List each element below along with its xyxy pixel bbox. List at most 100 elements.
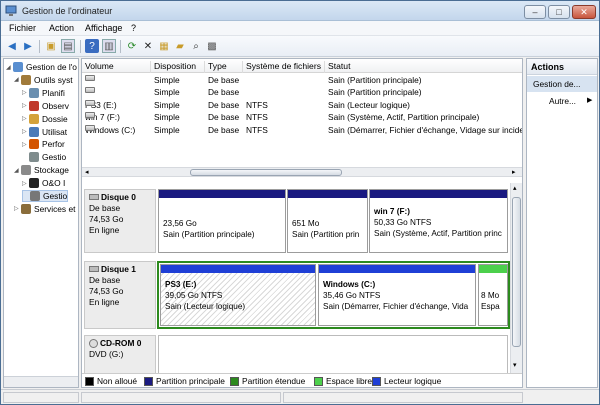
tree-item[interactable]: ▷ Perfor [22, 138, 65, 150]
scroll-thumb[interactable] [512, 197, 521, 347]
disk-graphical-view: Disque 0 De base 74,53 Go En ligne 23,56… [82, 183, 522, 373]
partition-disk0-1[interactable]: 23,56 Go Sain (Partition principale) [158, 189, 286, 253]
expand-arrow-icon[interactable]: ▷ [22, 89, 29, 96]
scroll-left-icon[interactable]: ◂ [85, 168, 89, 176]
submenu-arrow-icon[interactable]: ▶ [587, 96, 592, 104]
tree-item-label: Services et [34, 203, 76, 214]
tree-item-label: Stockage [34, 165, 69, 176]
expand-arrow-icon[interactable]: ▷ [22, 180, 29, 187]
minimize-button[interactable]: – [524, 5, 546, 19]
volume-list-hscrollbar[interactable]: ◂ ▸ [82, 167, 522, 177]
menu-action[interactable]: Action [49, 23, 74, 33]
graphical-view-vscrollbar[interactable]: ▴ ▾ [510, 183, 522, 373]
partition-disk0-3[interactable]: win 7 (F:) 50,33 Go NTFS Sain (Système, Ac… [369, 189, 508, 253]
volume-row[interactable]: PS3 (E:) Simple De base NTFS Sain (Lecteur l… [82, 99, 522, 112]
close-button[interactable]: ✕ [572, 5, 596, 19]
help-icon[interactable]: ? [85, 39, 99, 53]
delete-icon[interactable]: ✕ [141, 39, 155, 53]
forward-arrow-icon[interactable]: ▶ [21, 39, 35, 53]
menu-affichage[interactable]: Affichage [85, 23, 122, 33]
computer-management-icon [5, 5, 17, 16]
volume-cell-volume: win 7 (F:) [85, 112, 120, 122]
disk-1-label[interactable]: Disque 1 De base 74,53 Go En ligne [84, 261, 156, 329]
volume-icon [85, 124, 95, 131]
disk-0-label[interactable]: Disque 0 De base 74,53 Go En ligne [84, 189, 156, 253]
disk-state: En ligne [89, 225, 120, 235]
maximize-button[interactable]: □ [548, 5, 570, 19]
tree-item[interactable]: Gestio [22, 190, 69, 202]
legend-swatch [372, 376, 381, 386]
export-icon[interactable]: ▩ [205, 39, 219, 53]
tree-item[interactable]: ▷ Planifi [22, 87, 65, 99]
tree-item[interactable]: ▷ O&O I [22, 177, 65, 189]
column-filesystem[interactable]: Système de fichiers [243, 61, 325, 73]
legend-item: Partition principale [144, 376, 225, 386]
tree-item[interactable]: ▷ Utilisat [22, 126, 67, 138]
expand-arrow-icon[interactable]: ▷ [14, 205, 21, 212]
column-status[interactable]: Statut [325, 61, 522, 73]
up-folder-icon[interactable]: ▣ [44, 39, 58, 53]
expand-arrow-icon[interactable]: ▷ [22, 128, 29, 135]
partition-status: Sain (Partition prin [292, 230, 360, 239]
properties-icon[interactable]: ▦ [157, 39, 171, 53]
tree-item[interactable]: ◢ Outils syst [14, 74, 73, 86]
volume-row[interactable]: Simple De base Sain (Partition principale) [82, 75, 522, 87]
refresh-icon[interactable]: ⟳ [125, 39, 139, 53]
tree-item[interactable]: ▷ Observ [22, 100, 69, 112]
column-type[interactable]: Type [205, 61, 243, 73]
scroll-thumb[interactable] [190, 169, 342, 176]
legend-label: Partition principale [156, 376, 225, 386]
volume-row[interactable]: Windows (C:) Simple De base NTFS Sain (Démar… [82, 124, 522, 137]
actions-section-disk-management[interactable]: Gestion de... [527, 76, 597, 92]
partition-status: Sain (Système, Actif, Partition princ [374, 229, 502, 238]
partition-disk1-1[interactable]: PS3 (E:) 39,05 Go NTFS Sain (Lecteur logiq… [160, 264, 316, 326]
scroll-down-icon[interactable]: ▾ [513, 361, 517, 369]
window: Gestion de l'ordinateur – □ ✕ Fichier Ac… [0, 0, 600, 405]
services-icon [21, 203, 31, 214]
tree-item[interactable]: ▷ Services et [14, 203, 75, 215]
open-folder-icon[interactable]: ▰ [173, 39, 187, 53]
column-disposition[interactable]: Disposition [151, 61, 205, 73]
volume-row[interactable]: Simple De base Sain (Partition principale) [82, 87, 522, 99]
volume-cell-type: De base [208, 112, 240, 123]
expand-arrow-icon[interactable]: ▷ [22, 115, 29, 122]
volume-cell-status: Sain (Partition principale) [328, 87, 422, 98]
column-volume[interactable]: Volume [82, 61, 151, 73]
cd-icon [89, 339, 98, 349]
tree-item[interactable]: Gestio [22, 151, 66, 163]
expand-arrow-icon[interactable]: ▷ [22, 102, 29, 109]
search-icon[interactable]: ⌕ [189, 39, 203, 53]
expand-arrow-icon[interactable]: ◢ [6, 64, 13, 71]
scroll-right-icon[interactable]: ▸ [512, 168, 516, 176]
volume-row[interactable]: win 7 (F:) Simple De base NTFS Sain (Système… [82, 112, 522, 124]
disk-size: 74,53 Go [89, 286, 124, 296]
partition-disk1-3[interactable]: 8 Mo Espa [478, 264, 508, 326]
menu-help[interactable]: ? [131, 23, 136, 33]
tree-item-label: Gestio [43, 191, 68, 201]
action-pane-icon[interactable]: ▥ [102, 39, 116, 53]
expand-arrow-icon[interactable]: ◢ [14, 76, 21, 83]
volume-icon [85, 99, 95, 106]
oo-defrag-icon [29, 178, 39, 189]
partition-size: 23,56 Go [163, 219, 197, 228]
partition-size: 50,33 Go NTFS [374, 218, 432, 227]
tree-item[interactable]: ◢ Stockage [14, 164, 69, 176]
back-arrow-icon[interactable]: ◀ [5, 39, 19, 53]
volume-cell-disposition: Simple [154, 87, 180, 98]
cdrom-label[interactable]: CD-ROM 0 DVD (G:) [84, 335, 156, 373]
actions-more[interactable]: Autre... [549, 96, 576, 106]
show-tree-icon[interactable]: ▤ [61, 39, 75, 53]
expand-arrow-icon[interactable]: ◢ [14, 167, 21, 174]
partition-disk1-2[interactable]: Windows (C:) 35,46 Go NTFS Sain (Démarrer,… [318, 264, 476, 326]
cdrom-media-area[interactable] [158, 335, 508, 373]
tree-item[interactable]: ◢ Gestion de l'o [6, 61, 77, 73]
legend-label: Non alloué [97, 376, 138, 386]
menu-fichier[interactable]: Fichier [9, 23, 36, 33]
scroll-up-icon[interactable]: ▴ [513, 184, 517, 192]
legend-swatch [85, 376, 94, 386]
tree-item[interactable]: ▷ Dossie [22, 113, 68, 125]
computer-management-icon [13, 62, 23, 72]
partition-disk0-2[interactable]: 651 Mo Sain (Partition prin [287, 189, 368, 253]
tree-hscrollbar[interactable] [4, 376, 78, 387]
expand-arrow-icon[interactable]: ▷ [22, 141, 29, 148]
